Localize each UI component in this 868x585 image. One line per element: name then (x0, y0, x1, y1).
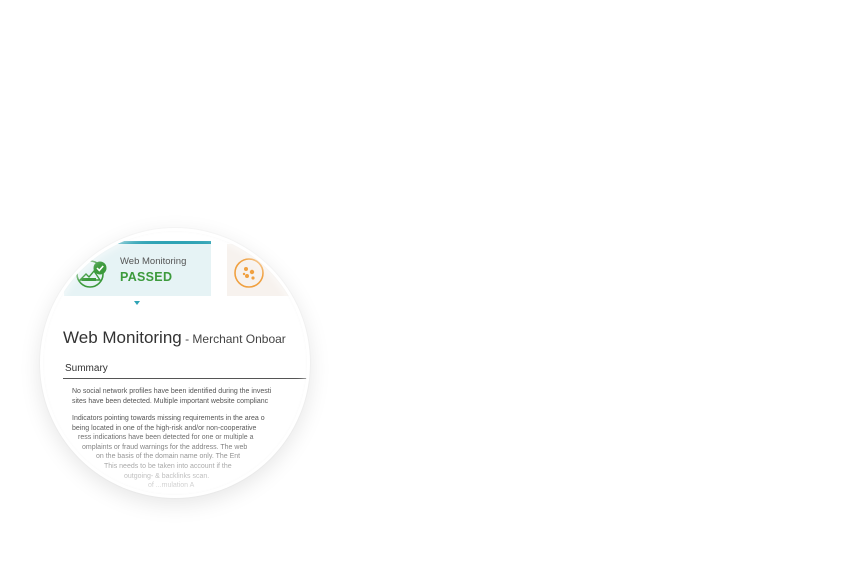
screen: Web Monitoring PASSED Web Monitoring - M… (0, 0, 868, 585)
text-line: Indicators pointing towards missing requ… (72, 415, 265, 422)
tab-title: Web Monitoring (120, 256, 187, 267)
tab-status-badge: PASSED (120, 270, 173, 284)
orange-cluster-icon (234, 258, 264, 288)
text-line: being located in one of the high-risk an… (72, 424, 257, 432)
summary-paragraph-1: No social network profiles have been ide… (72, 387, 307, 406)
zoomed-report: Web Monitoring PASSED Web Monitoring - M… (43, 231, 307, 495)
text-line: sites have been detected. Multiple impor… (72, 397, 269, 405)
text-line: on the basis of the domain name only. Th… (96, 453, 241, 461)
text-line: of ...mulation A (148, 482, 195, 490)
section-label-summary: Summary (65, 363, 108, 374)
text-line: omplaints or fraud warnings for the addr… (82, 443, 248, 451)
page-title-main: Web Monitoring (63, 328, 182, 347)
summary-paragraph-2: Indicators pointing towards missing requ… (72, 414, 307, 491)
text-line: ress indications have been detected for … (78, 434, 254, 442)
tab-web-monitoring[interactable]: Web Monitoring PASSED (64, 241, 211, 296)
text-line: This needs to be taken into account if t… (104, 462, 232, 470)
web-monitoring-check-icon (76, 260, 107, 288)
page-title: Web Monitoring - Merchant Onboar (63, 328, 286, 348)
text-line: No social network profiles have been ide… (72, 388, 272, 395)
tab-next[interactable] (227, 241, 307, 296)
text-line: outgoing- & backlinks scan. (124, 472, 210, 480)
magnifier-lens: Web Monitoring PASSED Web Monitoring - M… (43, 231, 307, 495)
section-divider (63, 378, 307, 379)
page-subtitle: - Merchant Onboar (181, 332, 286, 346)
active-tab-caret-icon (134, 301, 140, 305)
